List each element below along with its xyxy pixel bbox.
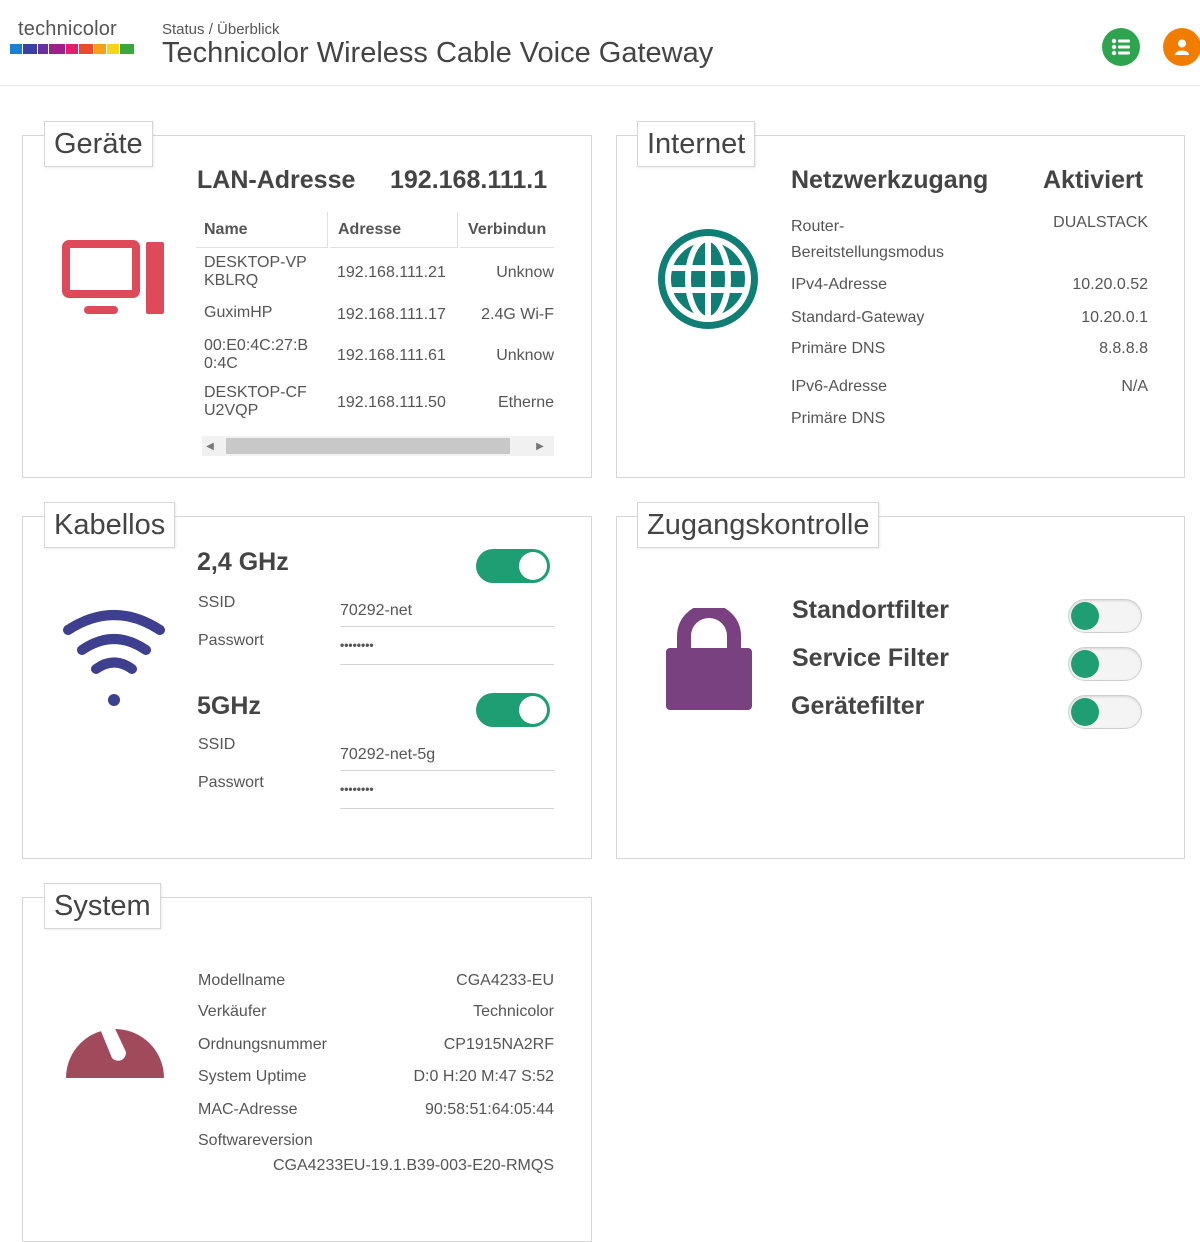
- access-control-card-title: Zugangskontrolle: [637, 502, 880, 548]
- lan-address-value: 192.168.111.1: [390, 166, 548, 194]
- ipv4-address-label: IPv4-Adresse: [791, 276, 888, 293]
- ipv6-address-label: IPv6-Adresse: [791, 378, 888, 395]
- col-header-connection[interactable]: Verbindun: [460, 212, 554, 248]
- band-24ghz-label: 2,4 GHz: [197, 548, 289, 576]
- primary-dns-v6-label: Primäre DNS: [791, 410, 886, 427]
- ssid-5-field[interactable]: 70292-net-5g: [340, 746, 554, 771]
- system-uptime-value: D:0 H:20 M:47 S:52: [413, 1068, 554, 1085]
- network-access-label: Netzwerkzugang: [791, 166, 989, 194]
- provisioning-mode-label: Router- Bereitstellungsmodus: [791, 218, 944, 261]
- mac-address-value: 90:58:51:64:05:44: [424, 1101, 554, 1118]
- table-row-name: GuximHP: [204, 304, 273, 321]
- logo-color-bar: [10, 44, 135, 54]
- primary-dns-label: Primäre DNS: [791, 340, 886, 357]
- list-icon: [1111, 38, 1130, 56]
- table-row-connection: Unknow: [496, 264, 554, 281]
- col-header-address[interactable]: Adresse: [330, 212, 458, 248]
- ssid-5-label: SSID: [198, 736, 236, 753]
- system-uptime-label: System Uptime: [198, 1068, 307, 1085]
- ssid-24-label: SSID: [198, 594, 236, 611]
- gauge-icon: [66, 1018, 164, 1078]
- ipv6-address-value: N/A: [1121, 378, 1148, 395]
- toggle-knob: [1071, 698, 1099, 726]
- band-5ghz-label: 5GHz: [197, 692, 261, 720]
- location-filter-label: Standortfilter: [792, 596, 949, 624]
- table-row-address: 192.168.111.21: [337, 264, 446, 281]
- breadcrumb: Status / Überblick: [162, 21, 280, 38]
- system-card-title: System: [44, 883, 161, 929]
- table-row-name: DESKTOP-CF U2VQP: [204, 384, 307, 419]
- primary-dns-value: 8.8.8.8: [1099, 340, 1148, 357]
- password-5-label: Passwort: [198, 774, 264, 791]
- table-row-address: 192.168.111.17: [337, 306, 446, 323]
- vendor-value: Technicolor: [473, 1003, 554, 1020]
- band-24ghz-toggle[interactable]: [476, 549, 550, 583]
- internet-card-title: Internet: [637, 121, 756, 167]
- table-row-address: 192.168.111.61: [337, 347, 446, 364]
- col-header-name[interactable]: Name: [196, 212, 328, 248]
- table-row-connection: 2.4G Wi-F: [481, 306, 554, 323]
- serial-number-label: Ordnungsnummer: [198, 1036, 327, 1053]
- default-gateway-value: 10.20.0.1: [1081, 309, 1148, 326]
- service-filter-toggle[interactable]: [1068, 647, 1142, 681]
- page-title: Technicolor Wireless Cable Voice Gateway: [162, 37, 714, 69]
- default-gateway-label: Standard-Gateway: [791, 309, 925, 326]
- wireless-card-title: Kabellos: [44, 502, 176, 548]
- user-button[interactable]: [1163, 28, 1200, 66]
- password-5-field[interactable]: ••••••••: [340, 782, 554, 809]
- scroll-left-arrow-icon[interactable]: ◀: [202, 436, 218, 456]
- user-icon: [1175, 39, 1189, 55]
- band-5ghz-toggle[interactable]: [476, 693, 550, 727]
- software-version-label: Softwareversion: [198, 1132, 313, 1149]
- table-row-name: 00:E0:4C:27:B 0:4C: [204, 337, 309, 372]
- password-24-label: Passwort: [198, 632, 264, 649]
- lan-address-label: LAN-Adresse: [197, 166, 356, 194]
- wifi-icon: [63, 610, 165, 706]
- devices-table[interactable]: Name Adresse Verbindun DESKTOP-VP KBLRQ 1…: [196, 212, 554, 464]
- devices-card-title: Geräte: [44, 121, 153, 167]
- model-name-value: CGA4233-EU: [456, 972, 554, 989]
- top-header: technicolor Status / Überblick Technicol…: [0, 0, 1200, 86]
- ipv4-address-value: 10.20.0.52: [1072, 276, 1148, 293]
- table-row-connection: Etherne: [497, 394, 554, 411]
- toggle-knob: [1071, 602, 1099, 630]
- monitor-icon: [62, 240, 164, 314]
- table-row-name: DESKTOP-VP KBLRQ: [204, 254, 307, 289]
- ssid-24-field[interactable]: 70292-net: [340, 602, 554, 627]
- toggle-knob: [519, 552, 547, 580]
- device-filter-label: Gerätefilter: [791, 692, 925, 720]
- device-filter-toggle[interactable]: [1068, 695, 1142, 729]
- globe-icon: [658, 229, 758, 329]
- toggle-knob: [519, 696, 547, 724]
- table-row-address: 192.168.111.50: [337, 394, 446, 411]
- logo-text: technicolor: [18, 18, 117, 40]
- toggle-knob: [1071, 650, 1099, 678]
- provisioning-mode-value: DUALSTACK: [1053, 214, 1148, 231]
- mac-address-label: MAC-Adresse: [198, 1101, 298, 1118]
- password-24-field[interactable]: ••••••••: [340, 638, 554, 665]
- technicolor-logo[interactable]: technicolor: [10, 16, 135, 64]
- scroll-right-arrow-icon[interactable]: ▶: [532, 436, 548, 456]
- list-button[interactable]: [1102, 28, 1140, 66]
- service-filter-label: Service Filter: [792, 644, 950, 672]
- software-version-value: CGA4233EU-19.1.B39-003-E20-RMQS: [272, 1157, 554, 1174]
- scrollbar-thumb[interactable]: [226, 438, 510, 454]
- model-name-label: Modellname: [198, 972, 286, 989]
- network-access-value: Aktiviert: [1043, 166, 1144, 194]
- serial-number-value: CP1915NA2RF: [443, 1036, 554, 1053]
- location-filter-toggle[interactable]: [1068, 599, 1142, 633]
- table-row-connection: Unknow: [496, 347, 554, 364]
- vendor-label: Verkäufer: [198, 1003, 267, 1020]
- lock-icon: [666, 608, 752, 710]
